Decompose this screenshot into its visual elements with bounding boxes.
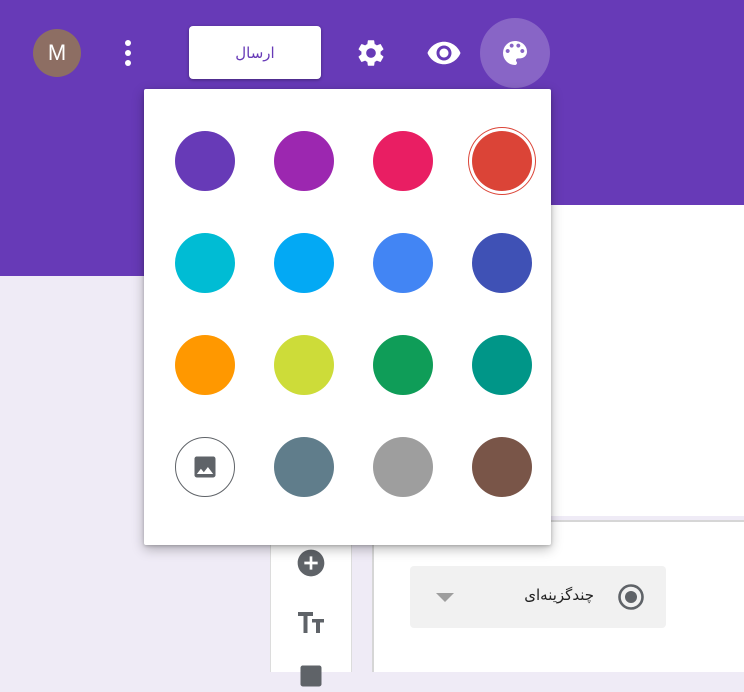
color-swatch-8[interactable]: [472, 233, 532, 293]
image-icon[interactable]: [295, 660, 327, 692]
question-type-label: چندگزینه‌ای: [524, 586, 594, 604]
send-button[interactable]: ارسال: [189, 26, 321, 79]
side-toolbar: [270, 530, 352, 687]
color-swatch-16[interactable]: [472, 437, 532, 497]
color-swatch-6[interactable]: [274, 233, 334, 293]
color-swatch-1[interactable]: [175, 131, 235, 191]
color-swatch-15[interactable]: [373, 437, 433, 497]
palette-icon[interactable]: [480, 18, 550, 88]
eye-icon[interactable]: [424, 35, 464, 71]
color-swatch-5[interactable]: [175, 233, 235, 293]
color-swatch-3[interactable]: [373, 131, 433, 191]
radio-checked-icon: [616, 582, 646, 612]
image-icon: [194, 456, 216, 478]
color-swatch-12[interactable]: [472, 335, 532, 395]
more-vert-icon[interactable]: [118, 38, 138, 68]
theme-color-popup: [144, 89, 551, 545]
gear-icon[interactable]: [353, 35, 389, 71]
color-swatch-7[interactable]: [373, 233, 433, 293]
add-circle-icon[interactable]: [295, 547, 327, 579]
color-swatch-2[interactable]: [274, 131, 334, 191]
custom-image-swatch[interactable]: [175, 437, 235, 497]
color-swatch-14[interactable]: [274, 437, 334, 497]
triangle-down-icon: [436, 593, 454, 602]
color-swatch-9[interactable]: [175, 335, 235, 395]
color-swatch-11[interactable]: [373, 335, 433, 395]
color-swatch-4[interactable]: [472, 131, 532, 191]
title-text-icon[interactable]: [295, 606, 327, 638]
color-swatch-10[interactable]: [274, 335, 334, 395]
avatar[interactable]: M: [33, 29, 81, 77]
question-type-select[interactable]: چندگزینه‌ای: [410, 566, 666, 628]
